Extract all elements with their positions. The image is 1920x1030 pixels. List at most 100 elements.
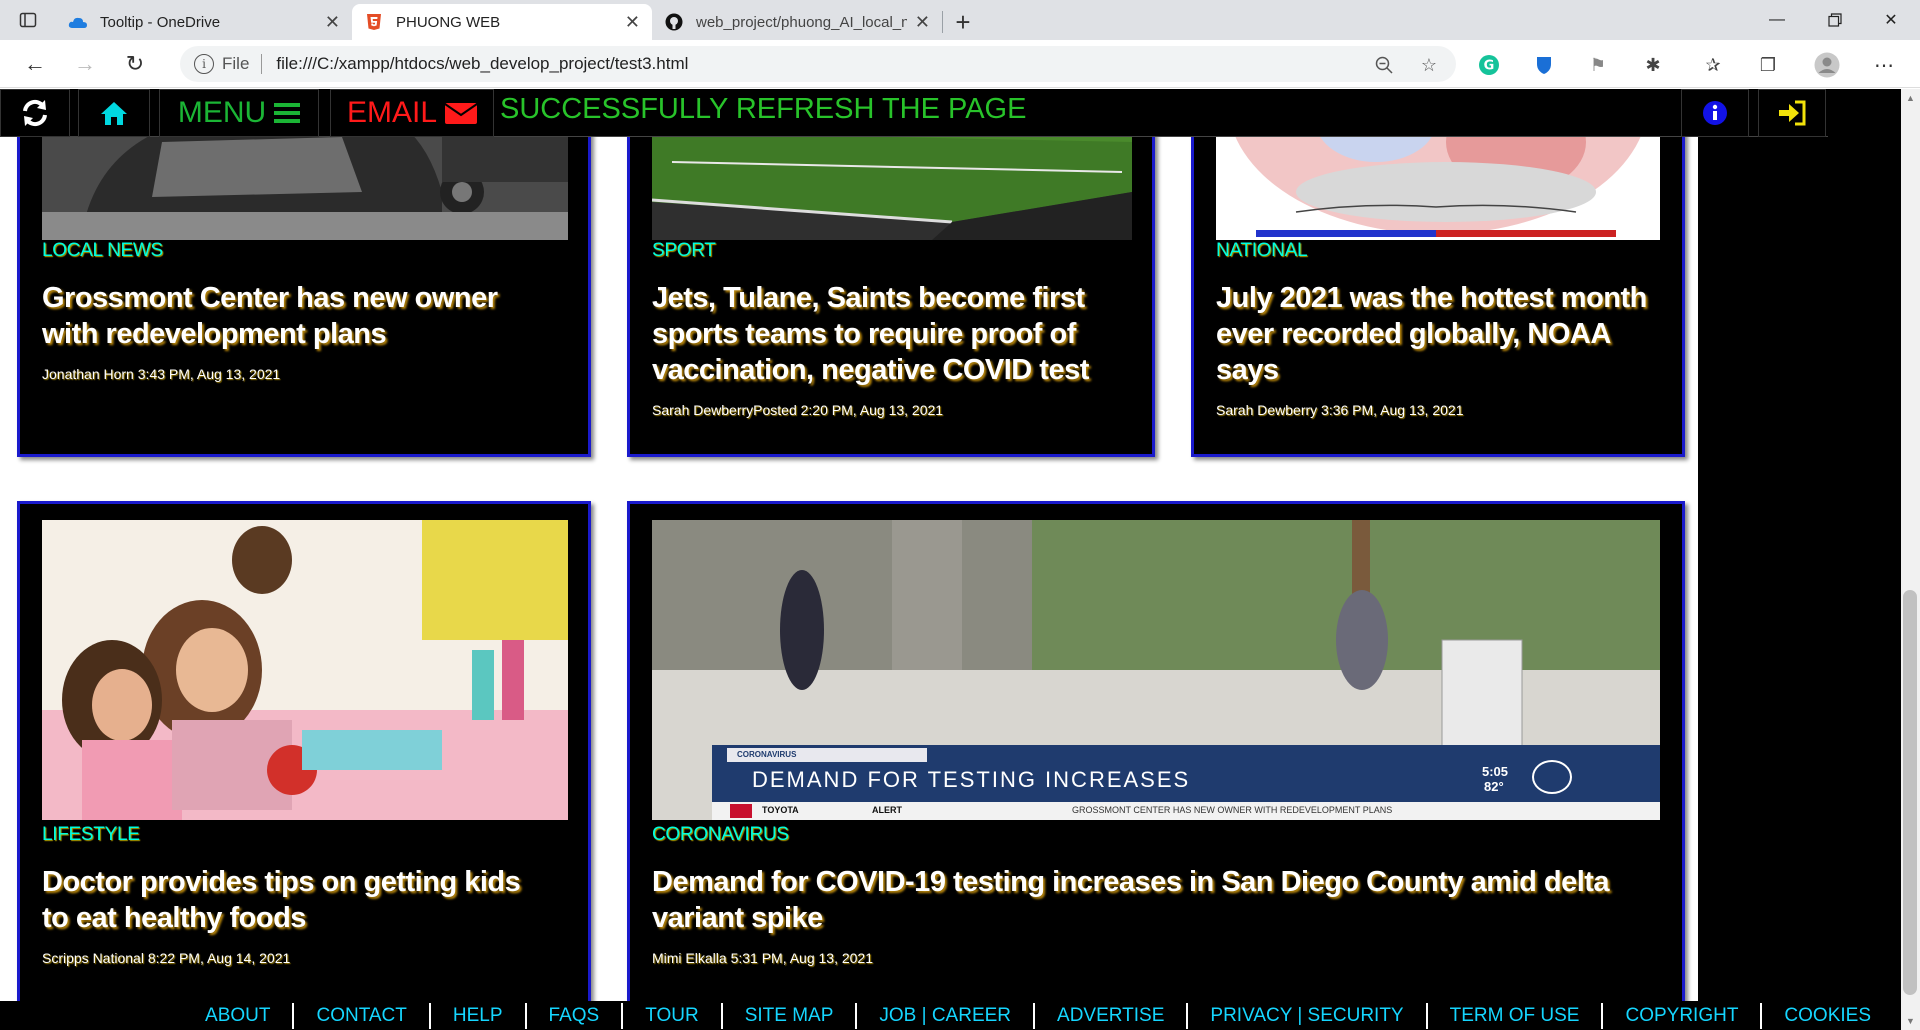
minimize-icon[interactable]: — [1748,0,1806,40]
headline-line: Grossmont Center has new owner [42,282,498,314]
headline-line: ever recorded globally, NOAA [1216,318,1611,350]
category-label[interactable]: CORONAVIRUS [652,824,789,846]
restore-icon[interactable] [1806,0,1864,40]
browser-tab-bar: Tooltip - OneDrive ✕ PHUONG WEB ✕ web_pr… [0,0,1920,40]
scroll-up-arrow-icon[interactable]: ▲ [1901,89,1920,107]
top-nav-bar: MENU EMAIL SUCCESSFULLY REFRESH THE PAGE [0,89,1828,137]
footer-link-tour[interactable]: TOUR [623,1002,723,1029]
favorites-icon[interactable]: ✰ [1698,50,1728,80]
tv-banner-sponsor: TOYOTA [762,805,799,815]
close-window-icon[interactable]: ✕ [1862,0,1920,40]
close-tab-icon[interactable]: ✕ [915,12,930,33]
sign-in-icon [1779,100,1806,126]
news-card-local[interactable]: LOCAL NEWS Grossmont Center has new owne… [17,89,591,457]
headline[interactable]: Doctor provides tips on getting kids to … [42,864,572,936]
headline[interactable]: Jets, Tulane, Saints become first sports… [652,280,1142,388]
close-tab-icon[interactable]: ✕ [625,12,640,33]
headline-line: Jets, Tulane, Saints become first [652,282,1085,314]
envelope-icon [445,103,478,124]
refresh-button[interactable] [0,89,70,137]
footer-link-help[interactable]: HELP [431,1002,527,1029]
byline: Scripps National 8:22 PM, Aug 14, 2021 [42,950,291,966]
byline: Jonathan Horn 3:43 PM, Aug 13, 2021 [42,366,281,382]
headline-line: Demand for COVID-19 testing increases in… [652,866,1610,898]
hamburger-icon [274,103,301,123]
headline[interactable]: July 2021 was the hottest month ever rec… [1216,280,1676,388]
category-label[interactable]: NATIONAL [1216,240,1308,262]
footer-link-advertise[interactable]: ADVERTISE [1035,1002,1189,1029]
extensions-puzzle-icon[interactable]: ✱ [1638,50,1668,80]
category-label[interactable]: LIFESTYLE [42,824,140,846]
collections-icon[interactable]: ❐ [1753,50,1783,80]
footer-link-job-career[interactable]: JOB | CAREER [857,1002,1036,1029]
headline[interactable]: Demand for COVID-19 testing increases in… [652,864,1662,936]
news-image-lifestyle[interactable] [42,520,568,820]
scrollbar-thumb[interactable] [1903,590,1917,995]
email-button[interactable]: EMAIL [330,89,494,137]
footer-link-site-map[interactable]: SITE MAP [723,1002,858,1029]
footer-link-faqs[interactable]: FAQS [527,1002,624,1029]
tv-banner-tag: CORONAVIRUS [737,750,797,759]
add-favorite-icon[interactable]: ☆ [1416,52,1442,78]
address-bar[interactable]: i File file:///C:/xampp/htdocs/web_devel… [180,46,1456,82]
news-image-coronavirus[interactable]: CORONAVIRUS DEMAND FOR TESTING INCREASES… [652,520,1660,820]
news-card-lifestyle[interactable]: LIFESTYLE Doctor provides tips on gettin… [17,501,591,1030]
home-button[interactable] [78,89,150,137]
scroll-down-arrow-icon[interactable]: ▼ [1901,1012,1920,1030]
news-card-national[interactable]: NATIONAL July 2021 was the hottest month… [1191,89,1685,457]
footer-link-about[interactable]: ABOUT [183,1002,295,1029]
tv-banner-time: 5:05 [1482,764,1509,779]
tab-onedrive[interactable]: Tooltip - OneDrive ✕ [56,4,352,40]
category-label[interactable]: SPORT [652,240,716,262]
address-divider [261,54,263,74]
site-info-icon[interactable]: i [194,54,214,74]
headline-line: to eat healthy foods [42,902,306,934]
menu-label: MENU [177,96,267,129]
headline-line: says [1216,354,1279,386]
news-card-sport[interactable]: SPORT Jets, Tulane, Saints become first … [627,89,1155,457]
footer-link-privacy-security[interactable]: PRIVACY | SECURITY [1188,1002,1428,1029]
back-arrow-icon[interactable]: ← [10,40,60,88]
refresh-icon [23,99,47,127]
footer-link-copyright[interactable]: COPYRIGHT [1603,1002,1763,1029]
tab-phuong-web[interactable]: PHUONG WEB ✕ [352,4,652,40]
footer-link-term-of-use[interactable]: TERM OF USE [1428,1002,1604,1029]
home-icon [101,102,127,125]
category-label[interactable]: LOCAL NEWS [42,240,163,262]
reload-icon[interactable]: ↻ [110,40,160,88]
page-viewport: LOCAL NEWS Grossmont Center has new owne… [0,89,1901,1030]
news-card-coronavirus[interactable]: CORONAVIRUS DEMAND FOR TESTING INCREASES… [627,501,1685,1030]
byline: Sarah Dewberry 3:36 PM, Aug 13, 2021 [1216,402,1464,418]
tv-station-logo-icon [1532,760,1572,794]
tv-banner-temp: 82° [1484,779,1504,794]
tab-actions-icon[interactable] [0,0,56,40]
forward-arrow-icon[interactable]: → [60,40,110,88]
headline-line: with redevelopment plans [42,318,387,350]
byline: Sarah DewberryPosted 2:20 PM, Aug 13, 20… [652,402,944,418]
tv-banner-ticker: GROSSMONT CENTER HAS NEW OWNER WITH REDE… [1072,805,1393,815]
new-tab-icon[interactable]: + [943,4,983,40]
flag-icon[interactable]: ⚑ [1583,50,1613,80]
zoom-out-icon[interactable] [1371,52,1397,78]
shield-extension-icon[interactable] [1529,50,1559,80]
menu-button[interactable]: MENU [159,89,319,137]
tv-banner-alert: ALERT [872,805,902,815]
more-options-icon[interactable]: ⋯ [1869,50,1899,80]
address-url[interactable]: file:///C:/xampp/htdocs/web_develop_proj… [276,54,688,74]
headline-line: sports teams to require proof of [652,318,1076,350]
close-tab-icon[interactable]: ✕ [325,12,340,33]
login-button[interactable] [1758,89,1826,137]
footer-link-cookies[interactable]: COOKIES [1762,1003,1881,1029]
html5-icon [364,12,384,32]
headline-line: vaccination, negative COVID test [652,354,1089,386]
grammarly-icon[interactable]: G [1474,50,1504,80]
info-icon [1703,101,1727,125]
headline[interactable]: Grossmont Center has new owner with rede… [42,280,572,352]
profile-avatar-icon[interactable] [1812,50,1842,80]
footer-link-contact[interactable]: CONTACT [294,1002,431,1029]
tab-github[interactable]: web_project/phuong_AI_local_ne ✕ [652,4,942,40]
onedrive-cloud-icon [68,12,88,32]
headline-line: Doctor provides tips on getting kids [42,866,521,898]
info-button[interactable] [1681,89,1749,137]
headline-line: variant spike [652,902,823,934]
